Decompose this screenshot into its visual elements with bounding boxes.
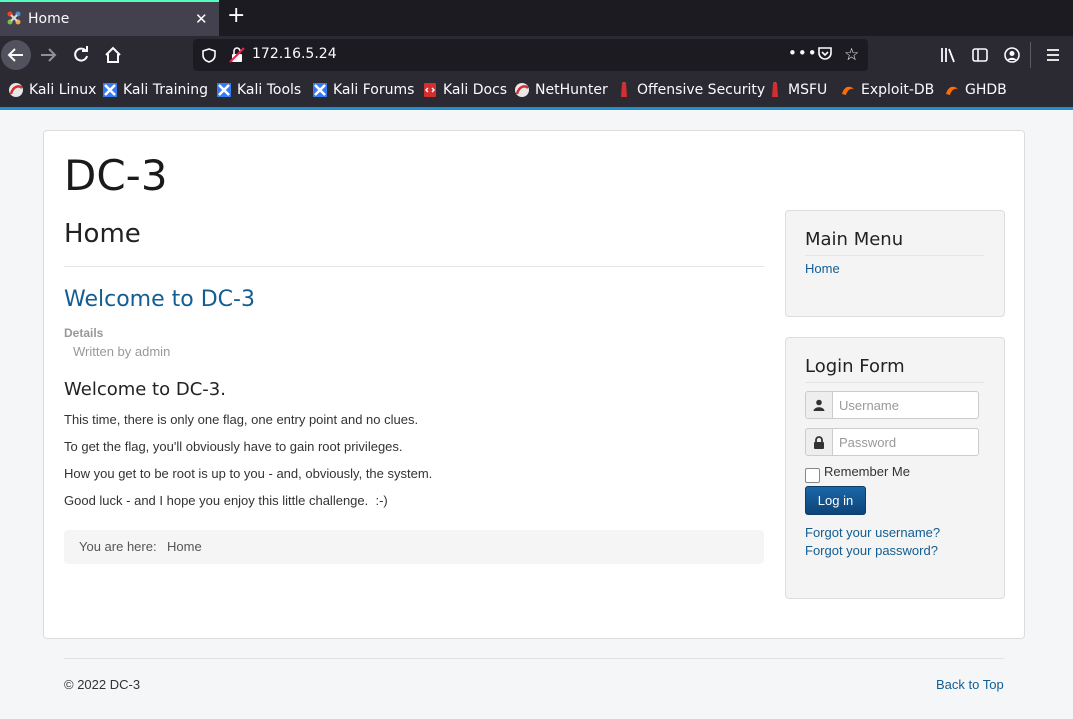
page-accent-line bbox=[0, 107, 1073, 110]
bookmark-label: Kali Docs bbox=[443, 82, 508, 98]
url-bar[interactable]: 172.16.5.24 ••• ☆ bbox=[193, 39, 868, 71]
kali-dragon-icon bbox=[9, 83, 23, 97]
account-icon[interactable] bbox=[1004, 47, 1020, 63]
library-icon[interactable] bbox=[940, 47, 956, 63]
breadcrumb: You are here: Home bbox=[64, 530, 764, 564]
bookmark-label: MSFU bbox=[788, 82, 828, 98]
msfu-icon bbox=[772, 82, 778, 97]
user-icon bbox=[805, 391, 833, 419]
page-heading: Home bbox=[64, 219, 141, 249]
pocket-icon[interactable] bbox=[817, 47, 833, 62]
username-group bbox=[805, 391, 979, 419]
forgot-password-link[interactable]: Forgot your password? bbox=[805, 543, 938, 558]
back-to-top-link[interactable]: Back to Top bbox=[936, 677, 1004, 692]
exploit-db-icon bbox=[842, 86, 854, 95]
login-form-module: Login Form Remember Me Log in Forgot you… bbox=[785, 337, 1005, 599]
toolbar-divider bbox=[1030, 42, 1031, 68]
site-title[interactable]: DC-3 bbox=[64, 151, 168, 200]
kali-docs-icon bbox=[424, 83, 436, 97]
details-label: Details bbox=[64, 326, 104, 340]
url-text[interactable]: 172.16.5.24 bbox=[252, 46, 337, 62]
reload-button[interactable] bbox=[66, 40, 96, 70]
bookmark-label: NetHunter bbox=[535, 82, 608, 98]
reload-icon bbox=[74, 46, 88, 62]
bookmark-kali-linux[interactable]: Kali Linux bbox=[8, 82, 96, 98]
tab-bar: Home ✕ + bbox=[0, 0, 1073, 36]
kali-tools-icon bbox=[217, 83, 231, 97]
menu-item-home[interactable]: Home bbox=[805, 261, 840, 276]
back-arrow-icon bbox=[7, 48, 23, 62]
forgot-username-link[interactable]: Forgot your username? bbox=[805, 525, 940, 540]
bookmark-kali-forums[interactable]: Kali Forums bbox=[312, 82, 414, 98]
bookmark-label: Kali Linux bbox=[29, 82, 97, 98]
article-paragraph: Good luck - and I hope you enjoy this li… bbox=[64, 493, 388, 508]
module-divider bbox=[805, 382, 984, 383]
bookmark-label: GHDB bbox=[965, 82, 1007, 98]
article-paragraph: How you get to be root is up to you - an… bbox=[64, 466, 433, 481]
password-group bbox=[805, 428, 979, 456]
username-input[interactable] bbox=[833, 391, 979, 419]
login-form-title: Login Form bbox=[805, 356, 905, 377]
bookmarks-toolbar: Kali Linux Kali Training Kali Tools Kali… bbox=[0, 74, 1073, 107]
forward-arrow-icon bbox=[41, 48, 57, 62]
insecure-lock-icon[interactable] bbox=[229, 47, 245, 63]
sidebar-icon[interactable] bbox=[972, 47, 988, 63]
hamburger-menu-icon[interactable] bbox=[1045, 47, 1061, 63]
bookmark-kali-docs[interactable]: Kali Docs bbox=[422, 82, 507, 98]
plus-icon[interactable]: + bbox=[227, 3, 245, 28]
lock-icon bbox=[805, 428, 833, 456]
bookmark-offensive-security[interactable]: Offensive Security bbox=[616, 82, 765, 98]
offensive-security-icon bbox=[621, 82, 627, 97]
breadcrumb-current: Home bbox=[167, 539, 202, 554]
active-tab[interactable]: Home ✕ bbox=[0, 0, 219, 36]
footer-divider bbox=[64, 658, 1004, 659]
kali-forums-icon bbox=[313, 83, 327, 97]
nethunter-icon bbox=[515, 83, 529, 97]
bookmark-ghdb[interactable]: GHDB bbox=[944, 82, 1007, 98]
article-subheading: Welcome to DC-3. bbox=[64, 379, 226, 400]
bookmark-exploit-db[interactable]: Exploit-DB bbox=[840, 82, 934, 98]
footer-copyright: © 2022 DC-3 bbox=[64, 677, 141, 692]
article-paragraph: To get the flag, you'll obviously have t… bbox=[64, 439, 403, 454]
shield-icon[interactable] bbox=[202, 48, 216, 63]
heading-divider bbox=[64, 266, 764, 267]
home-button[interactable] bbox=[98, 40, 128, 70]
author-info: Written by admin bbox=[73, 344, 171, 359]
kali-training-icon bbox=[103, 83, 117, 97]
login-button[interactable]: Log in bbox=[805, 486, 866, 515]
remember-me-label[interactable]: Remember Me bbox=[824, 464, 910, 479]
bookmark-kali-tools[interactable]: Kali Tools bbox=[216, 82, 301, 98]
article-paragraph: This time, there is only one flag, one e… bbox=[64, 412, 419, 427]
bookmark-kali-training[interactable]: Kali Training bbox=[102, 82, 208, 98]
back-button[interactable] bbox=[1, 40, 31, 70]
more-icon[interactable]: ••• bbox=[788, 44, 818, 62]
bookmark-msfu[interactable]: MSFU bbox=[767, 82, 827, 98]
bookmark-label: Kali Training bbox=[123, 82, 208, 98]
password-input[interactable] bbox=[833, 428, 979, 456]
main-menu-module: Main Menu Home bbox=[785, 210, 1005, 317]
article-title-link[interactable]: Welcome to DC-3 bbox=[64, 287, 255, 312]
bookmark-label: Kali Tools bbox=[237, 82, 302, 98]
bookmark-nethunter[interactable]: NetHunter bbox=[514, 82, 608, 98]
joomla-favicon-icon bbox=[7, 11, 21, 25]
bookmark-label: Kali Forums bbox=[333, 82, 415, 98]
remember-me-checkbox[interactable] bbox=[805, 468, 820, 483]
close-icon[interactable]: ✕ bbox=[195, 10, 208, 28]
home-icon bbox=[105, 46, 121, 63]
content-card: DC-3 Home Welcome to DC-3 Details Writte… bbox=[43, 130, 1025, 639]
bookmark-label: Exploit-DB bbox=[861, 82, 935, 98]
navigation-toolbar: 172.16.5.24 ••• ☆ bbox=[0, 36, 1073, 74]
ghdb-icon bbox=[946, 86, 958, 95]
module-divider bbox=[805, 255, 984, 256]
tab-title: Home bbox=[28, 11, 70, 27]
star-icon[interactable]: ☆ bbox=[844, 45, 859, 65]
bookmark-label: Offensive Security bbox=[637, 82, 766, 98]
breadcrumb-label: You are here: bbox=[79, 539, 157, 554]
forward-button[interactable] bbox=[33, 40, 63, 70]
main-menu-title: Main Menu bbox=[805, 229, 904, 250]
